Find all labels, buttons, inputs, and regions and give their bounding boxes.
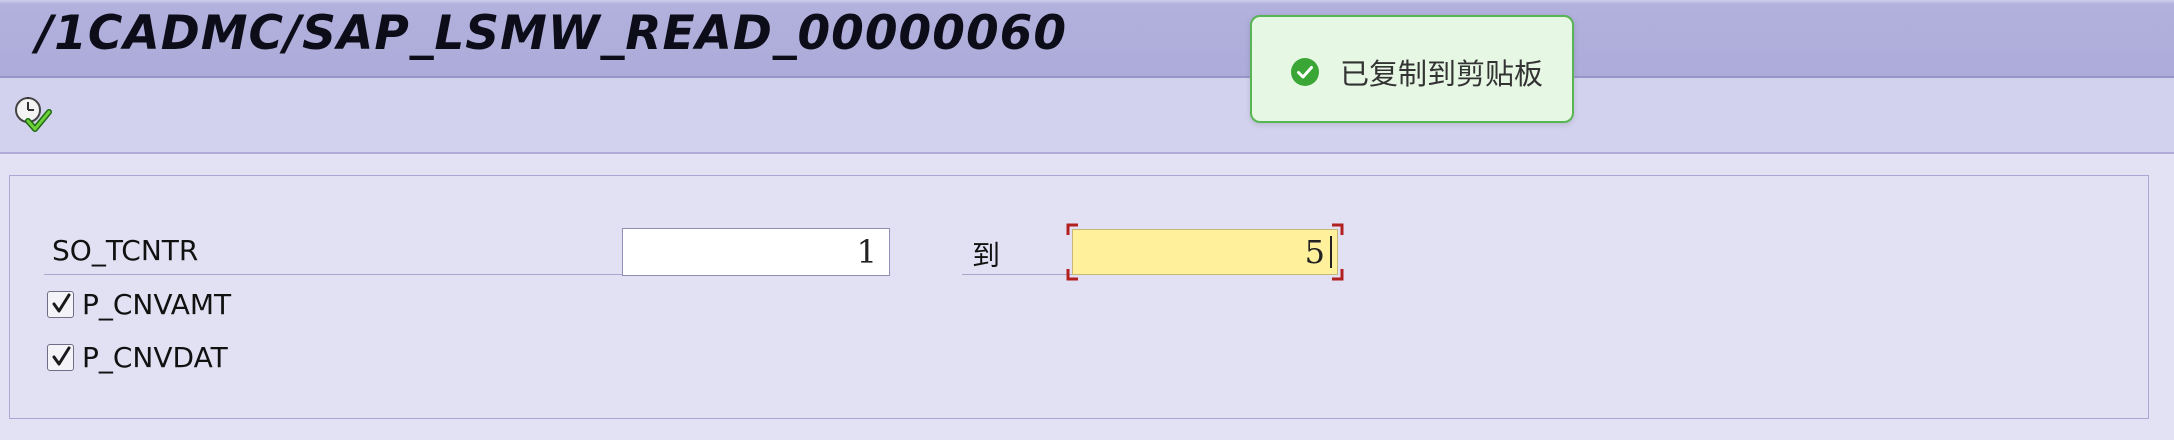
execute-clock-check-icon[interactable] [12, 94, 52, 134]
text-cursor [1330, 236, 1332, 268]
p-cnvamt-label: P_CNVAMT [82, 288, 232, 321]
so-tcntr-underline [44, 274, 622, 275]
selection-screen-panel [9, 175, 2149, 419]
toast-notification: 已复制到剪贴板 [1250, 15, 1574, 123]
p-cnvamt-checkbox[interactable] [47, 291, 74, 318]
so-tcntr-high-input[interactable] [1072, 229, 1338, 275]
title-bar: /1CADMC/SAP_LSMW_READ_00000060 [0, 0, 2174, 78]
toast-message: 已复制到剪贴板 [1340, 57, 1544, 91]
application-toolbar [0, 78, 2174, 154]
checkmark-icon [52, 293, 71, 313]
checkmark-icon [52, 346, 71, 366]
so-tcntr-low-input[interactable] [622, 228, 890, 276]
so-tcntr-label: SO_TCNTR [52, 234, 199, 267]
p-cnvdat-label: P_CNVDAT [82, 341, 228, 374]
p-cnvdat-checkbox[interactable] [47, 344, 74, 371]
page-title: /1CADMC/SAP_LSMW_READ_00000060 [36, 6, 1068, 61]
to-underline [962, 274, 1072, 275]
success-check-icon [1291, 58, 1319, 86]
to-label: 到 [972, 239, 1001, 272]
